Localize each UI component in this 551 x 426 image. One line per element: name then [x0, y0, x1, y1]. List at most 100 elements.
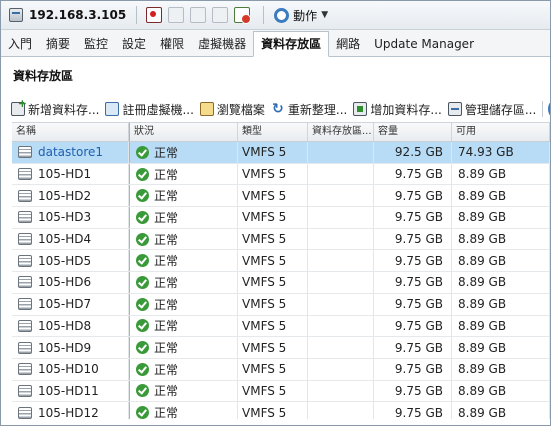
status-cell: 正常 [129, 228, 238, 250]
datastore-cluster-cell [308, 228, 374, 250]
tab-bar: 入門 摘要 監控 設定 權限 虛擬機器 資料存放區 網路 Update Mana… [1, 30, 550, 57]
power-on-icon[interactable] [168, 7, 185, 23]
tab-vms[interactable]: 虛擬機器 [191, 32, 253, 56]
increase-capacity-button[interactable]: 增加資料存... [353, 101, 442, 118]
datastore-icon [18, 384, 32, 397]
column-header-type[interactable]: 類型 [238, 123, 308, 141]
datastore-name[interactable]: 105-HD2 [38, 189, 91, 203]
free-cell: 8.89 GB [452, 250, 550, 272]
status-cell: 正常 [129, 207, 238, 228]
power-off-icon[interactable] [146, 7, 163, 23]
capacity-cell: 9.75 GB [374, 250, 452, 272]
free-cell: 8.89 GB [452, 272, 550, 293]
datastore-name[interactable]: datastore1 [38, 145, 103, 159]
name-cell: 105-HD4 [12, 228, 129, 250]
suspend-icon[interactable] [190, 7, 207, 23]
host-alert-icon[interactable] [234, 7, 252, 24]
table-row[interactable]: 105-HD12 正常 VMFS 5 9.75 GB 8.89 GB [12, 402, 550, 419]
type-cell: VMFS 5 [238, 293, 308, 315]
manage-storage-button[interactable]: 管理儲存區... [447, 101, 536, 118]
capacity-value: 9.75 GB [394, 188, 443, 203]
type-cell: VMFS 5 [238, 272, 308, 293]
name-cell: 105-HD6 [12, 272, 129, 293]
table-row[interactable]: 105-HD9 正常 VMFS 5 9.75 GB 8.89 GB [12, 337, 550, 359]
datastore-name[interactable]: 105-HD12 [38, 406, 99, 419]
table-row[interactable]: 105-HD2 正常 VMFS 5 9.75 GB 8.89 GB [12, 185, 550, 208]
capacity-value: 9.75 GB [394, 232, 443, 247]
app-window: 192.168.3.105 動作 ▼ 入門 摘要 監控 設定 權限 虛擬機器 資… [0, 0, 551, 426]
status-ok-icon [136, 275, 149, 289]
datastore-name[interactable]: 105-HD5 [38, 254, 91, 268]
name-cell: 105-HD7 [12, 293, 129, 315]
datastore-name[interactable]: 105-HD8 [38, 319, 91, 333]
free-value: 8.89 GB [458, 275, 507, 290]
tab-permissions[interactable]: 權限 [153, 32, 191, 56]
column-header-status[interactable]: 狀況 [129, 123, 238, 141]
tab-summary[interactable]: 摘要 [39, 32, 77, 56]
datastore-name[interactable]: 105-HD7 [38, 297, 91, 311]
capacity-value: 9.75 GB [394, 318, 443, 333]
table-row[interactable]: 105-HD11 正常 VMFS 5 9.75 GB 8.89 GB [12, 380, 550, 403]
chevron-down-icon: ▼ [321, 10, 329, 20]
register-vm-button[interactable]: 註冊虛擬機... [105, 101, 194, 118]
browse-files-button[interactable]: 瀏覽檔案 [199, 101, 265, 118]
new-datastore-button[interactable]: 新增資料存... [11, 97, 99, 118]
toolbar-divider [263, 6, 265, 24]
capacity-value: 9.75 GB [394, 405, 443, 419]
status-ok-icon [136, 319, 149, 333]
tab-datastores[interactable]: 資料存放區 [253, 31, 330, 57]
table-row[interactable]: 105-HD4 正常 VMFS 5 9.75 GB 8.89 GB [12, 228, 550, 251]
column-header-name[interactable]: 名稱 [12, 123, 129, 141]
capacity-cell: 9.75 GB [374, 337, 452, 358]
object-toolbar: 192.168.3.105 動作 ▼ [1, 1, 550, 30]
table-row[interactable]: 105-HD3 正常 VMFS 5 9.75 GB 8.89 GB [12, 207, 550, 229]
tab-configure[interactable]: 設定 [115, 32, 153, 56]
datastore-name[interactable]: 105-HD1 [38, 167, 91, 181]
tab-monitor[interactable]: 監控 [77, 32, 115, 56]
datastore-cluster-cell [308, 293, 374, 315]
copy-icon[interactable] [212, 7, 229, 23]
tab-getting-started[interactable]: 入門 [1, 32, 39, 56]
column-header-datastore-cluster[interactable]: 資料存放區... [308, 123, 374, 141]
free-value: 8.89 GB [458, 383, 507, 398]
free-cell: 8.89 GB [452, 228, 550, 250]
datastore-name[interactable]: 105-HD6 [38, 275, 91, 289]
free-value: 8.89 GB [458, 232, 507, 247]
status-text: 正常 [154, 362, 179, 377]
table-row[interactable]: 105-HD7 正常 VMFS 5 9.75 GB 8.89 GB [12, 293, 550, 316]
increase-capacity-icon [353, 102, 368, 116]
table-row[interactable]: 105-HD10 正常 VMFS 5 9.75 GB 8.89 GB [12, 358, 550, 381]
status-ok-icon [136, 362, 149, 376]
tab-update-manager[interactable]: Update Manager [367, 32, 481, 56]
datastore-name[interactable]: 105-HD4 [38, 232, 91, 246]
type-cell: VMFS 5 [238, 337, 308, 358]
refresh-button[interactable]: ↻ 重新整理... [271, 101, 347, 118]
free-cell: 8.89 GB [452, 185, 550, 207]
type-cell: VMFS 5 [238, 315, 308, 337]
status-ok-icon [136, 189, 149, 203]
status-text: 正常 [154, 254, 179, 269]
actions-menu-button[interactable]: 動作 ▼ [274, 7, 328, 24]
capacity-value: 9.75 GB [394, 210, 443, 225]
table-row[interactable]: 105-HD6 正常 VMFS 5 9.75 GB 8.89 GB [12, 272, 550, 294]
name-cell: 105-HD8 [12, 315, 129, 337]
table-row[interactable]: datastore1 正常 VMFS 5 92.5 GB 74.93 GB [12, 142, 550, 164]
folder-search-icon [199, 102, 214, 116]
table-row[interactable]: 105-HD8 正常 VMFS 5 9.75 GB 8.89 GB [12, 315, 550, 338]
name-cell: 105-HD11 [12, 380, 129, 402]
capacity-cell: 9.75 GB [374, 315, 452, 337]
column-header-free[interactable]: 可用 [452, 123, 550, 141]
tab-networks[interactable]: 網路 [329, 32, 367, 56]
refresh-icon: ↻ [272, 101, 284, 117]
table-row[interactable]: 105-HD1 正常 VMFS 5 9.75 GB 8.89 GB [12, 163, 550, 186]
datastore-icon [18, 298, 32, 311]
column-header-capacity[interactable]: 容量 [374, 123, 452, 141]
free-value: 74.93 GB [458, 145, 514, 160]
table-row[interactable]: 105-HD5 正常 VMFS 5 9.75 GB 8.89 GB [12, 250, 550, 273]
capacity-cell: 9.75 GB [374, 228, 452, 250]
datastore-name[interactable]: 105-HD11 [38, 384, 99, 398]
datastore-name[interactable]: 105-HD3 [38, 210, 91, 224]
status-ok-icon [136, 232, 149, 246]
datastore-name[interactable]: 105-HD9 [38, 341, 91, 355]
datastore-name[interactable]: 105-HD10 [38, 362, 99, 376]
